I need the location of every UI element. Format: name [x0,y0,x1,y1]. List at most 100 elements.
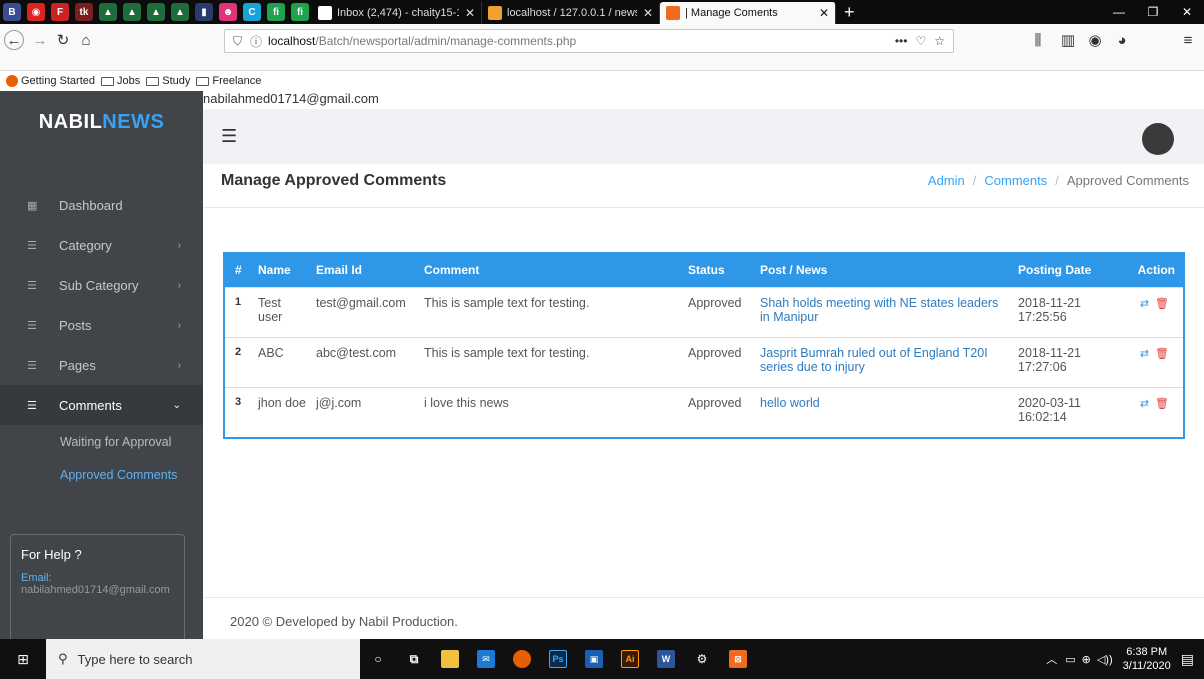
admin-sidebar: NABIL NEWS ▦ Dashboard ☰ Category › ☰ Sub Cat… [0,91,203,644]
bookmark-getting-started[interactable]: Getting Started [6,75,95,87]
tab-manage-comments[interactable]: | Manage Coments ✕ [660,2,836,24]
pinned-tab-green-icon[interactable]: fi [267,3,285,21]
sidebar-icon[interactable]: ▥ [1058,30,1078,50]
cell-comment: This is sample text for testing. [419,286,683,337]
sidebar-item-comments[interactable]: ☰ Comments ⌄ [0,385,203,425]
page-footer: 2020 © Developed by Nabil Production. [203,597,1204,639]
info-icon[interactable]: ⓘ [250,33,262,50]
trash-icon[interactable]: 🗑 [1155,348,1169,360]
reload-icon[interactable]: ↻ [53,30,73,50]
site-logo[interactable]: NABIL NEWS [0,91,203,153]
page-title-bar: Manage Approved Comments Admin / Comments /… [203,164,1204,208]
pinned-tab-chart-icon[interactable]: ▮ [195,3,213,21]
shield-icon: ⛉ [233,33,243,48]
restore-icon[interactable]: ❐ [1136,5,1170,19]
pinned-tab-b-icon[interactable]: B [3,3,21,21]
col-header-name: Name [258,263,291,278]
sidebar-item-dashboard[interactable]: ▦ Dashboard [0,185,203,225]
cell-post-link[interactable]: Shah holds meeting with NE states leader… [755,286,1013,337]
network-icon[interactable]: ▭ [1065,653,1075,666]
edit-icon[interactable]: ⇄ [1140,348,1149,360]
pinned-tab-drive-icon[interactable]: ▲ [123,3,141,21]
edit-icon[interactable]: ⇄ [1140,398,1149,410]
chevron-up-icon[interactable]: ︿ [1046,651,1057,667]
cortana-icon[interactable]: ○ [360,639,396,679]
pocket-icon[interactable]: ♡ [915,34,926,48]
minimize-icon[interactable]: — [1102,5,1136,19]
word-icon[interactable]: W [648,639,684,679]
home-icon[interactable]: ⌂ [76,30,96,50]
pinned-tab-drive-icon[interactable]: ▲ [99,3,117,21]
cell-post-link[interactable]: Jasprit Bumrah ruled out of England T20I… [755,336,1013,387]
help-email[interactable]: nabilahmed01714@gmail.com [21,584,174,596]
sidebar-item-category[interactable]: ☰ Category › [0,225,203,265]
pinned-tab-pdf-icon[interactable]: F [51,3,69,21]
pinned-tab-pink-icon[interactable]: ☻ [219,3,237,21]
pinned-tab-drive-icon[interactable]: ▲ [171,3,189,21]
breadcrumb-admin[interactable]: Admin [928,173,965,188]
col-header-post: Post / News [760,263,828,278]
breadcrumb: Admin / Comments / Approved Comments [927,173,1189,188]
list-icon: ☰ [27,279,37,292]
menu-icon[interactable]: ≡ [1178,30,1198,50]
system-tray: ︿ ▭ ⊕ ◁)) 6:38 PM 3/11/2020 ▤ [1046,639,1204,679]
windows-start-icon[interactable]: ⊞ [0,651,46,668]
bookmark-freelance[interactable]: Freelance [196,75,261,87]
volume-icon[interactable]: ◁)) [1097,653,1113,666]
cell-status: Approved [683,336,755,387]
file-explorer-icon[interactable] [432,639,468,679]
forward-arrow-icon[interactable]: → [30,30,50,50]
col-header-action: Action [1137,263,1175,278]
pinned-tab-c-icon[interactable]: C [243,3,261,21]
trash-icon[interactable]: 🗑 [1155,398,1169,410]
more-actions-icon[interactable]: ••• [895,34,908,48]
tab-gmail[interactable]: Inbox (2,474) - chaity15-100 ✕ [312,2,482,24]
close-icon[interactable]: ✕ [643,6,653,20]
gmail-icon [318,6,332,20]
close-icon[interactable]: ✕ [465,6,475,20]
clock[interactable]: 6:38 PM 3/11/2020 [1123,645,1171,673]
bookmark-star-icon[interactable]: ☆ [934,34,945,48]
bookmark-jobs[interactable]: Jobs [101,75,140,87]
mail-icon[interactable]: ✉ [468,639,504,679]
pinned-tab-green-icon[interactable]: fi [291,3,309,21]
trash-icon[interactable]: 🗑 [1155,298,1169,310]
extension-icon[interactable]: ◕ [1112,30,1132,50]
app-blue-icon[interactable]: ▣ [576,639,612,679]
table-row: 1 Test user test@gmail.com This is sampl… [225,286,1183,337]
library-icon[interactable]: ⫼ [1028,30,1048,50]
chevron-right-icon: › [177,239,181,251]
sidebar-item-sub-category[interactable]: ☰ Sub Category › [0,265,203,305]
breadcrumb-comments[interactable]: Comments [984,173,1047,188]
notification-icon[interactable]: ▤ [1181,651,1194,668]
close-icon[interactable]: ✕ [819,6,829,20]
settings-gear-icon[interactable]: ⚙ [684,639,720,679]
avatar[interactable] [1142,123,1174,155]
sidebar-item-posts[interactable]: ☰ Posts › [0,305,203,345]
top-email: nabilahmed01714@gmail.com [203,91,379,106]
sidebar-item-pages[interactable]: ☰ Pages › [0,345,203,385]
edit-icon[interactable]: ⇄ [1140,298,1149,310]
pinned-tab-script-icon[interactable]: tk [75,3,93,21]
sidebar-subitem-waiting-approval[interactable]: Waiting for Approval [0,425,203,458]
account-icon[interactable]: ◉ [1085,30,1105,50]
task-view-icon[interactable]: ⧉ [396,639,432,679]
photoshop-icon[interactable]: Ps [540,639,576,679]
illustrator-icon[interactable]: Ai [612,639,648,679]
firefox-taskbar-icon[interactable] [504,639,540,679]
close-window-icon[interactable]: ✕ [1170,5,1204,19]
pinned-tab-red-icon[interactable]: ◉ [27,3,45,21]
hamburger-menu-icon[interactable]: ☰ [221,126,237,147]
globe-icon[interactable]: ⊕ [1082,653,1091,666]
bookmark-study[interactable]: Study [146,75,190,87]
sidebar-subitem-approved-comments[interactable]: Approved Comments [0,458,203,491]
cell-post-link[interactable]: hello world [755,386,1013,437]
new-tab-button[interactable]: + [844,2,864,23]
table-header-row: # Name Email Id Comment Status Post / Ne… [225,254,1183,287]
back-arrow-icon[interactable]: ← [4,30,24,50]
pinned-tab-drive-icon[interactable]: ▲ [147,3,165,21]
address-bar[interactable]: ⛉ ⓘ localhost /Batch/newsportal/admin/ma… [224,29,954,53]
tab-phpmyadmin[interactable]: localhost / 127.0.0.1 / newsp ✕ [482,2,660,24]
xampp-taskbar-icon[interactable]: ⊠ [720,639,756,679]
taskbar-search-input[interactable]: ⚲ Type here to search [46,639,360,679]
